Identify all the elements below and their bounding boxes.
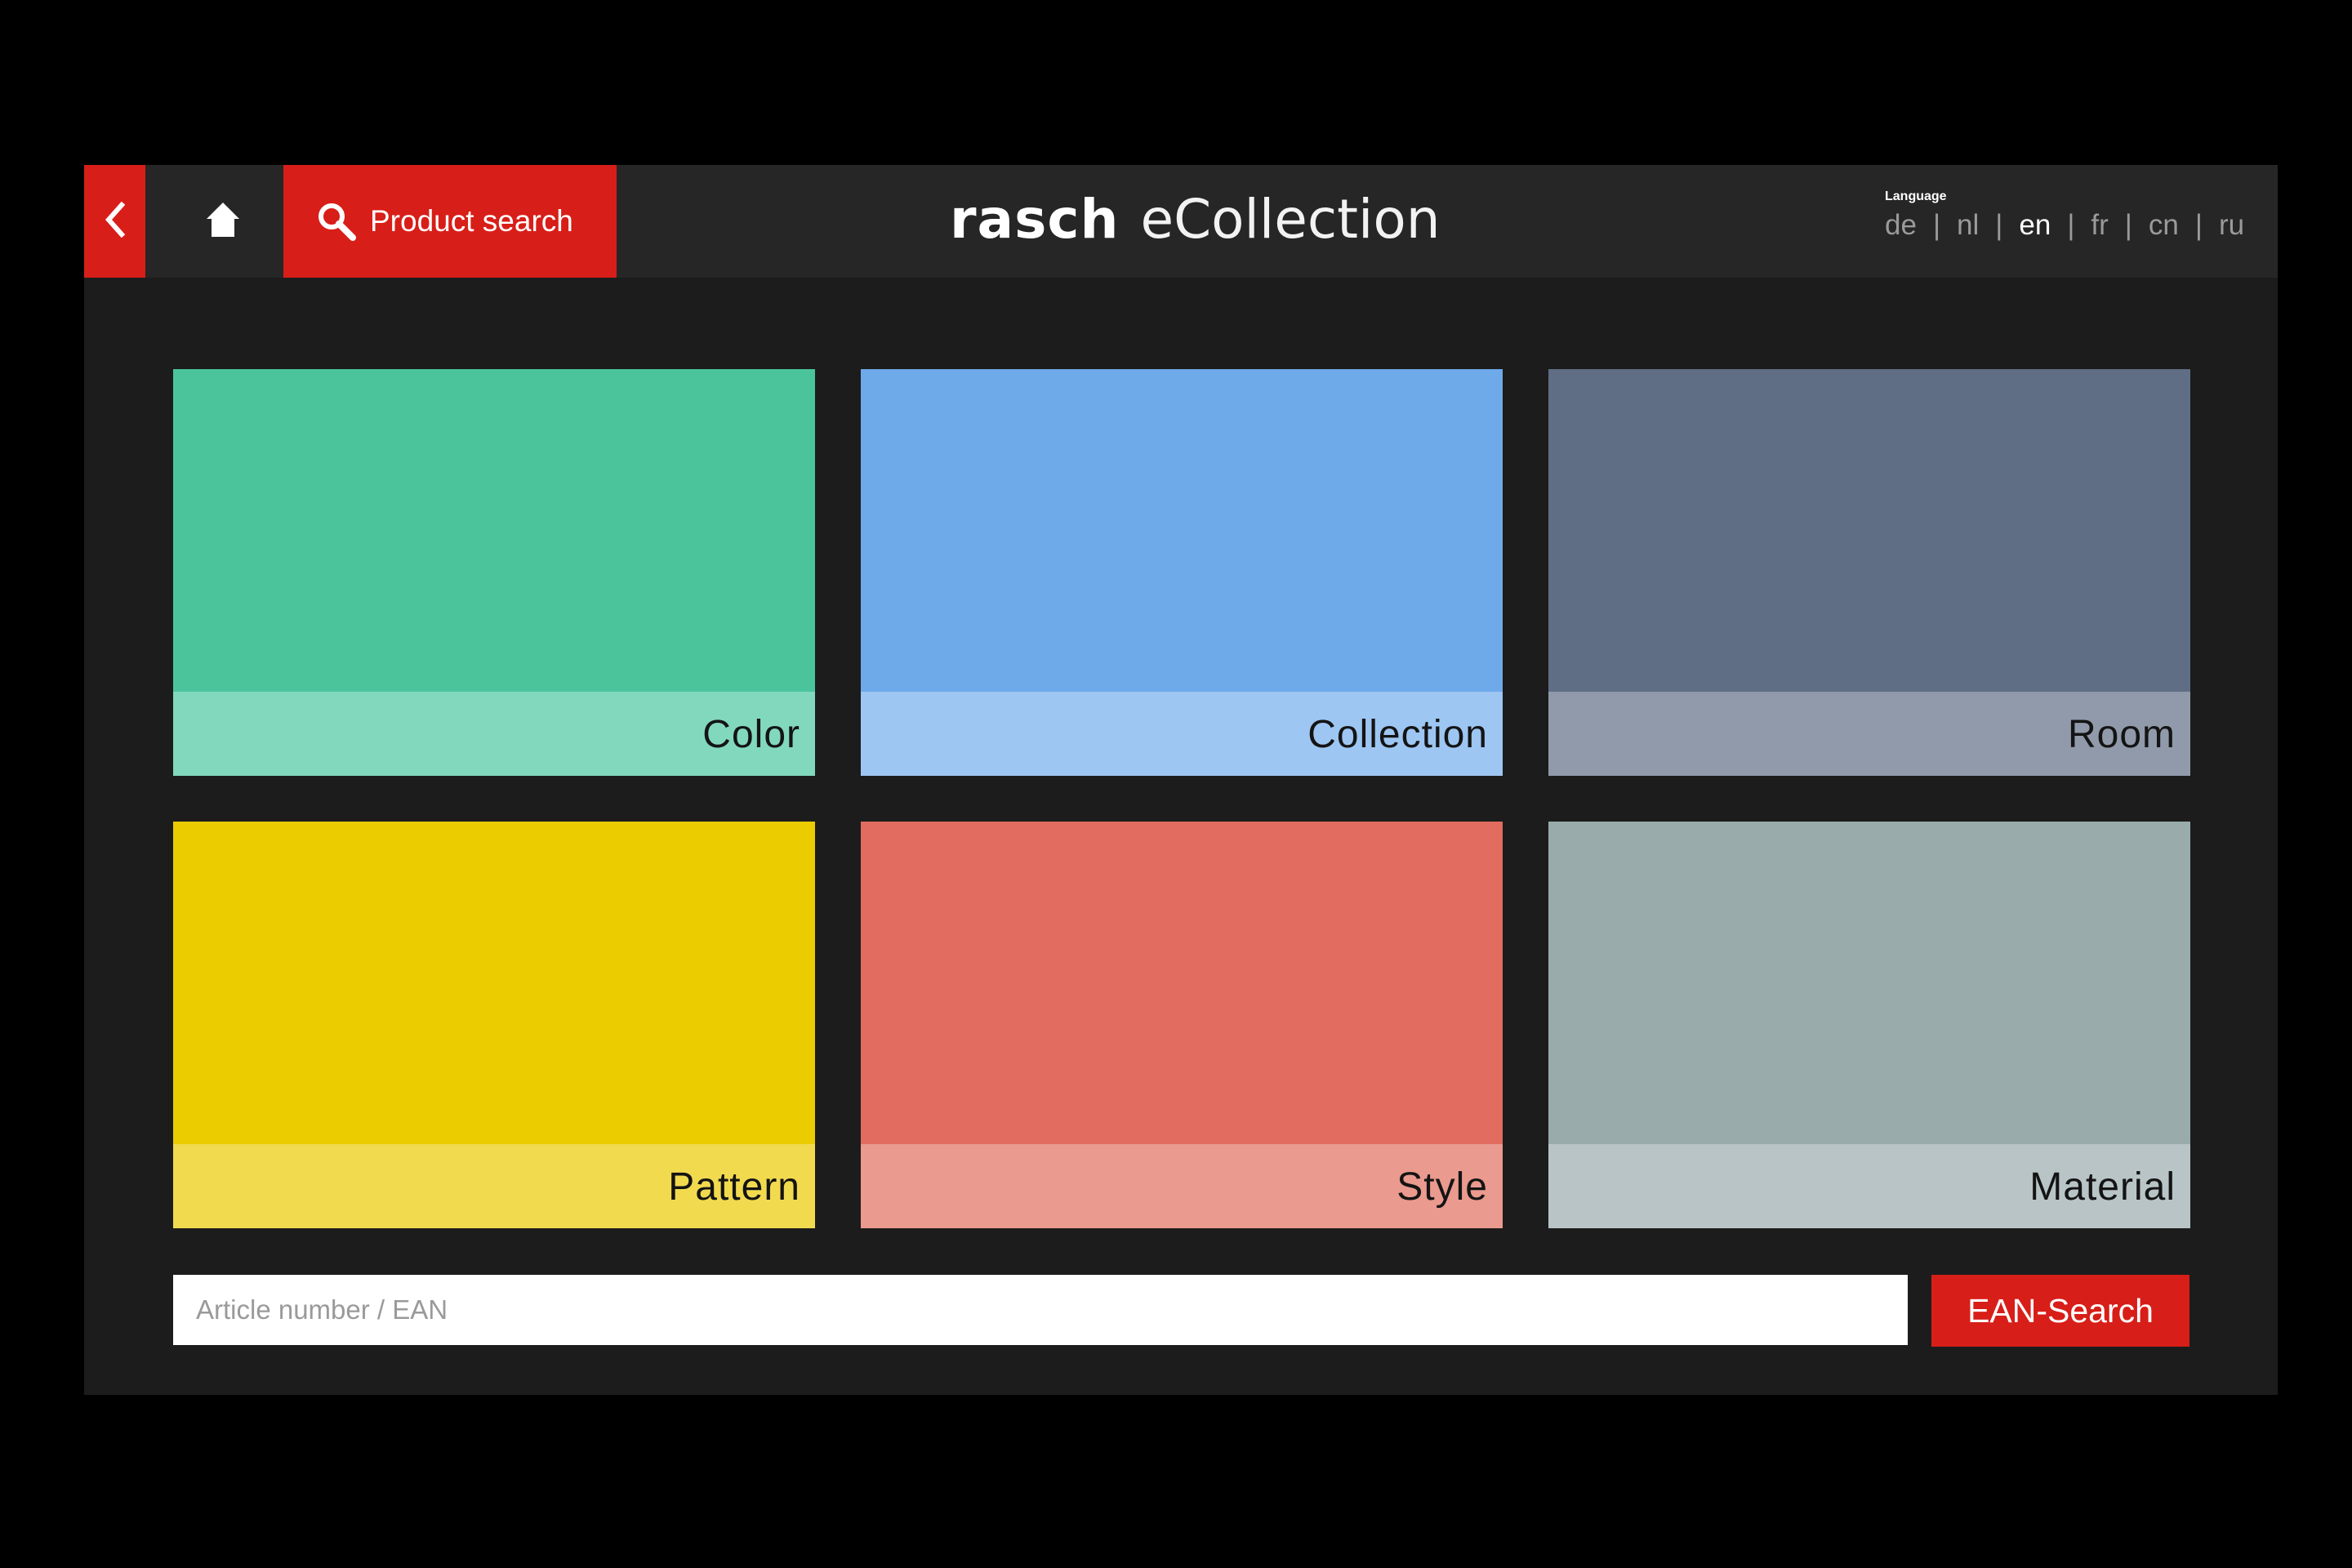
home-button[interactable] (182, 165, 264, 278)
tile-label: Style (1396, 1165, 1488, 1209)
tile-swatch (861, 822, 1503, 1144)
home-icon (205, 201, 241, 243)
product-search-button[interactable]: Product search (283, 165, 617, 278)
brand-product: eCollection (1140, 188, 1441, 251)
header-bar: Product search rasch eCollection Languag… (84, 165, 2278, 278)
brand-logo: rasch eCollection (950, 188, 1441, 253)
tile-collection[interactable]: Collection (861, 369, 1503, 776)
tile-footer: Material (1548, 1144, 2190, 1228)
language-separator: | (1932, 209, 1941, 241)
tile-swatch (861, 369, 1503, 692)
tile-label: Pattern (668, 1165, 800, 1209)
language-list: de | nl | en | fr | cn | ru (1885, 209, 2269, 242)
tile-label: Material (2029, 1165, 2176, 1209)
product-search-label: Product search (370, 204, 573, 238)
tile-swatch (1548, 822, 2190, 1144)
language-option-ru[interactable]: ru (2219, 209, 2244, 242)
tile-footer: Style (861, 1144, 1503, 1228)
app-window: Product search rasch eCollection Languag… (84, 165, 2278, 1395)
language-separator: | (1995, 209, 2003, 241)
tile-label: Color (702, 713, 800, 756)
tile-label: Collection (1307, 713, 1488, 756)
brand-name: rasch (950, 188, 1120, 251)
tile-footer: Pattern (173, 1144, 815, 1228)
language-option-de[interactable]: de (1885, 209, 1917, 242)
language-option-cn[interactable]: cn (2149, 209, 2179, 242)
language-option-en[interactable]: en (2019, 209, 2051, 242)
language-separator: | (2124, 209, 2132, 241)
tile-footer: Room (1548, 692, 2190, 776)
tile-color[interactable]: Color (173, 369, 815, 776)
language-option-nl[interactable]: nl (1957, 209, 1979, 242)
tile-footer: Collection (861, 692, 1503, 776)
language-title: Language (1885, 189, 1947, 203)
language-selector: Language de | nl | en | fr | cn | ru (1885, 189, 2269, 242)
tile-style[interactable]: Style (861, 822, 1503, 1228)
language-option-fr[interactable]: fr (2091, 209, 2108, 242)
tile-footer: Color (173, 692, 815, 776)
language-separator: | (2067, 209, 2075, 241)
tile-material[interactable]: Material (1548, 822, 2190, 1228)
back-button[interactable] (84, 165, 145, 278)
tile-swatch (173, 369, 815, 692)
ean-input[interactable] (173, 1275, 1908, 1345)
ean-search-button[interactable]: EAN-Search (1931, 1275, 2189, 1347)
search-icon (314, 199, 359, 243)
tile-pattern[interactable]: Pattern (173, 822, 815, 1228)
language-separator: | (2194, 209, 2203, 241)
tile-label: Room (2067, 713, 2176, 756)
tile-room[interactable]: Room (1548, 369, 2190, 776)
chevron-left-icon (104, 201, 127, 242)
tile-swatch (1548, 369, 2190, 692)
tile-swatch (173, 822, 815, 1144)
